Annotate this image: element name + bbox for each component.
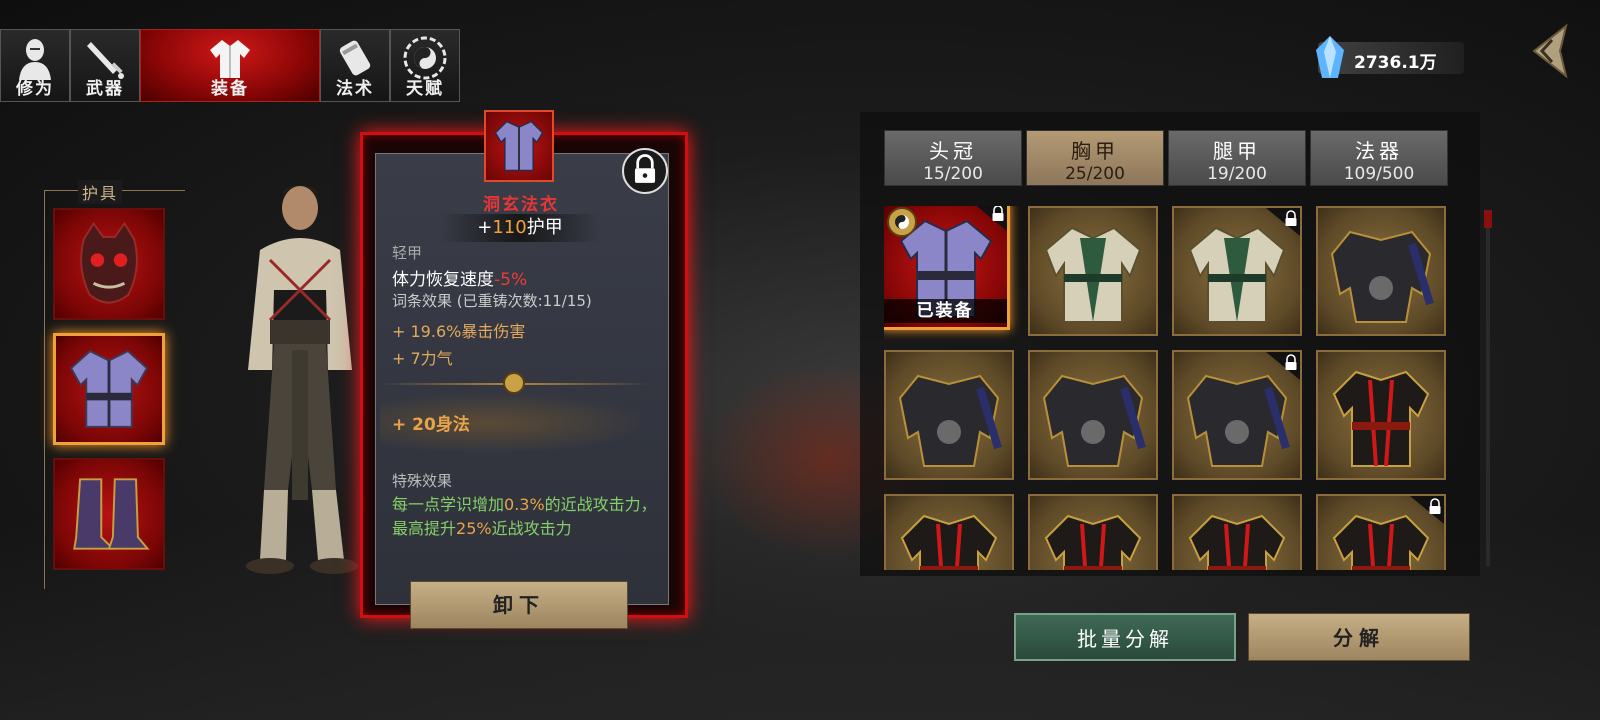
tab-cultivation[interactable]: 修为	[0, 29, 70, 102]
boots-slot[interactable]	[53, 458, 165, 570]
boots-icon	[73, 478, 150, 550]
taiji-badge-icon	[887, 207, 917, 237]
purple-robe-icon	[69, 350, 149, 428]
armor-number: 110	[492, 217, 527, 238]
item-type: 轻甲	[392, 244, 423, 262]
inventory-item[interactable]	[1316, 494, 1446, 570]
category-tab-artifact[interactable]: 法器 109/500	[1310, 130, 1448, 186]
inventory-item[interactable]	[884, 350, 1014, 480]
bonus-stat: + 20身法	[392, 415, 470, 435]
special-highlight: 25%	[456, 519, 492, 538]
tab-talent[interactable]: 天赋	[390, 29, 460, 102]
inventory-item[interactable]	[1028, 494, 1158, 570]
special-text-part: 近战攻击力	[491, 519, 572, 538]
spirit-crystal-icon	[1316, 36, 1344, 78]
tab-spells[interactable]: 法术	[320, 29, 390, 102]
inventory-item[interactable]	[1172, 350, 1302, 480]
currency-value: 2736.1万	[1354, 53, 1437, 73]
inventory-item-equipped[interactable]: 已装备	[884, 206, 1010, 330]
special-text-part: 每一点学识增加	[392, 495, 505, 514]
cultivation-figure-icon	[19, 39, 51, 80]
robe-icon	[210, 40, 250, 78]
lock-icon	[976, 206, 1007, 231]
tab-weapon[interactable]: 武器	[70, 29, 140, 102]
affix-line: + 19.6%暴击伤害	[392, 322, 526, 341]
category-tab-legs[interactable]: 腿甲 19/200	[1168, 130, 1306, 186]
category-name: 头冠	[929, 139, 977, 163]
category-name: 法器	[1355, 139, 1403, 163]
dark-armor-icon	[898, 374, 1002, 467]
inventory-item[interactable]	[1028, 206, 1158, 336]
lock-icon	[1266, 352, 1300, 380]
top-tab-bar: 修为 武器 装备 法术 天赋	[0, 29, 460, 102]
category-count: 15/200	[923, 164, 983, 184]
green-robe-icon	[1044, 226, 1142, 323]
unequip-button[interactable]: 卸下	[410, 581, 628, 629]
inventory-item[interactable]	[1172, 494, 1302, 570]
inventory-scrollbar[interactable]	[1486, 210, 1490, 566]
purple-robe-icon	[494, 120, 544, 172]
chest-slot[interactable]	[53, 333, 165, 445]
item-name: 洞玄法衣	[483, 195, 559, 215]
inventory-item[interactable]	[884, 494, 1014, 570]
helmet-slot[interactable]	[53, 208, 165, 320]
category-count: 109/500	[1343, 164, 1415, 184]
stat-value: -5%	[494, 270, 528, 290]
category-tab-helmet[interactable]: 头冠 15/200	[884, 130, 1022, 186]
tab-equipment[interactable]: 装备	[140, 29, 320, 102]
item-base-stat: 体力恢复速度-5%	[392, 265, 527, 290]
red-black-robe-icon	[1044, 514, 1142, 570]
inventory-item[interactable]	[1028, 350, 1158, 480]
character-model	[246, 185, 358, 574]
stat-label: 体力恢复速度	[392, 270, 494, 290]
item-thumbnail	[484, 110, 554, 182]
currency-display: 2736.1万	[1316, 36, 1464, 78]
inventory-item[interactable]	[1172, 206, 1302, 336]
lock-icon	[1266, 208, 1300, 236]
lock-icon	[1410, 496, 1444, 524]
dark-armor-icon	[1042, 374, 1146, 467]
special-highlight: 0.3%	[504, 495, 545, 514]
category-count: 25/200	[1065, 164, 1125, 184]
inventory-item[interactable]	[1316, 350, 1446, 480]
affix-line: + 7力气	[392, 349, 453, 368]
bagua-icon	[403, 36, 447, 80]
armor-prefix: +	[477, 217, 493, 238]
batch-disassemble-button[interactable]: 批量分解	[1014, 613, 1236, 661]
demon-mask-icon	[80, 221, 138, 304]
category-name: 腿甲	[1213, 139, 1261, 163]
category-tab-chest[interactable]: 胸甲 25/200	[1026, 130, 1164, 186]
red-black-robe-icon	[1332, 370, 1430, 467]
dark-armor-icon	[1330, 230, 1434, 323]
affix-header: 词条效果 (已重铸次数:11/15)	[392, 292, 592, 310]
red-black-robe-icon	[900, 514, 998, 570]
inventory-scroll-thumb[interactable]	[1484, 210, 1492, 228]
category-name: 胸甲	[1071, 139, 1119, 163]
armor-suffix: 护甲	[526, 217, 563, 238]
inventory-item[interactable]	[1316, 206, 1446, 336]
equipped-label: 已装备	[884, 299, 1007, 323]
category-count: 19/200	[1207, 164, 1267, 184]
special-effect-text: 每一点学识增加0.3%的近战攻击力，最高提升25%近战攻击力	[392, 493, 662, 541]
red-black-robe-icon	[1188, 514, 1286, 570]
inventory-grid: 已装备	[884, 206, 1454, 570]
scroll-icon	[339, 40, 371, 76]
armor-section-label: 护具	[78, 180, 123, 204]
sword-icon	[87, 42, 124, 79]
disassemble-button[interactable]: 分解	[1248, 613, 1470, 661]
item-armor-value: +110护甲	[440, 214, 600, 242]
category-tabs: 头冠 15/200 胸甲 25/200 腿甲 19/200 法器 109/500	[884, 130, 1448, 186]
taiji-coin-icon	[503, 372, 525, 394]
special-effect-header: 特殊效果	[392, 472, 453, 490]
back-button[interactable]	[1516, 20, 1578, 82]
item-lock-toggle[interactable]	[622, 148, 668, 194]
lock-icon	[634, 154, 656, 183]
